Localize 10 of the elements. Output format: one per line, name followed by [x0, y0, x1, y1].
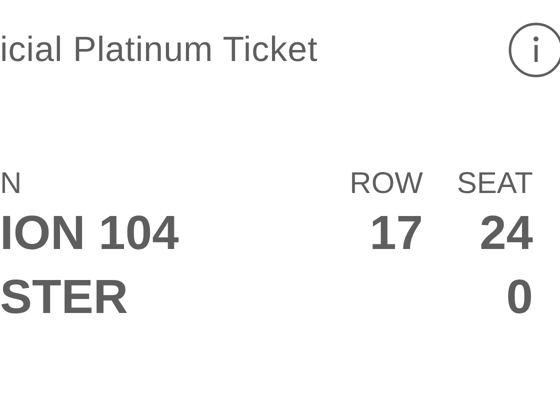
- ticket-title: icial Platinum Ticket: [0, 30, 318, 70]
- section-value: ION 104: [0, 206, 179, 262]
- section-label: N: [0, 166, 22, 202]
- seat-label: SEAT: [456, 166, 533, 202]
- row-value: 17: [370, 206, 423, 262]
- info-icon[interactable]: [508, 22, 560, 78]
- seat-value: 0: [506, 270, 533, 326]
- row-label: ROW: [350, 166, 423, 202]
- section-value: STER: [0, 270, 128, 326]
- seat-value: 24: [480, 206, 533, 262]
